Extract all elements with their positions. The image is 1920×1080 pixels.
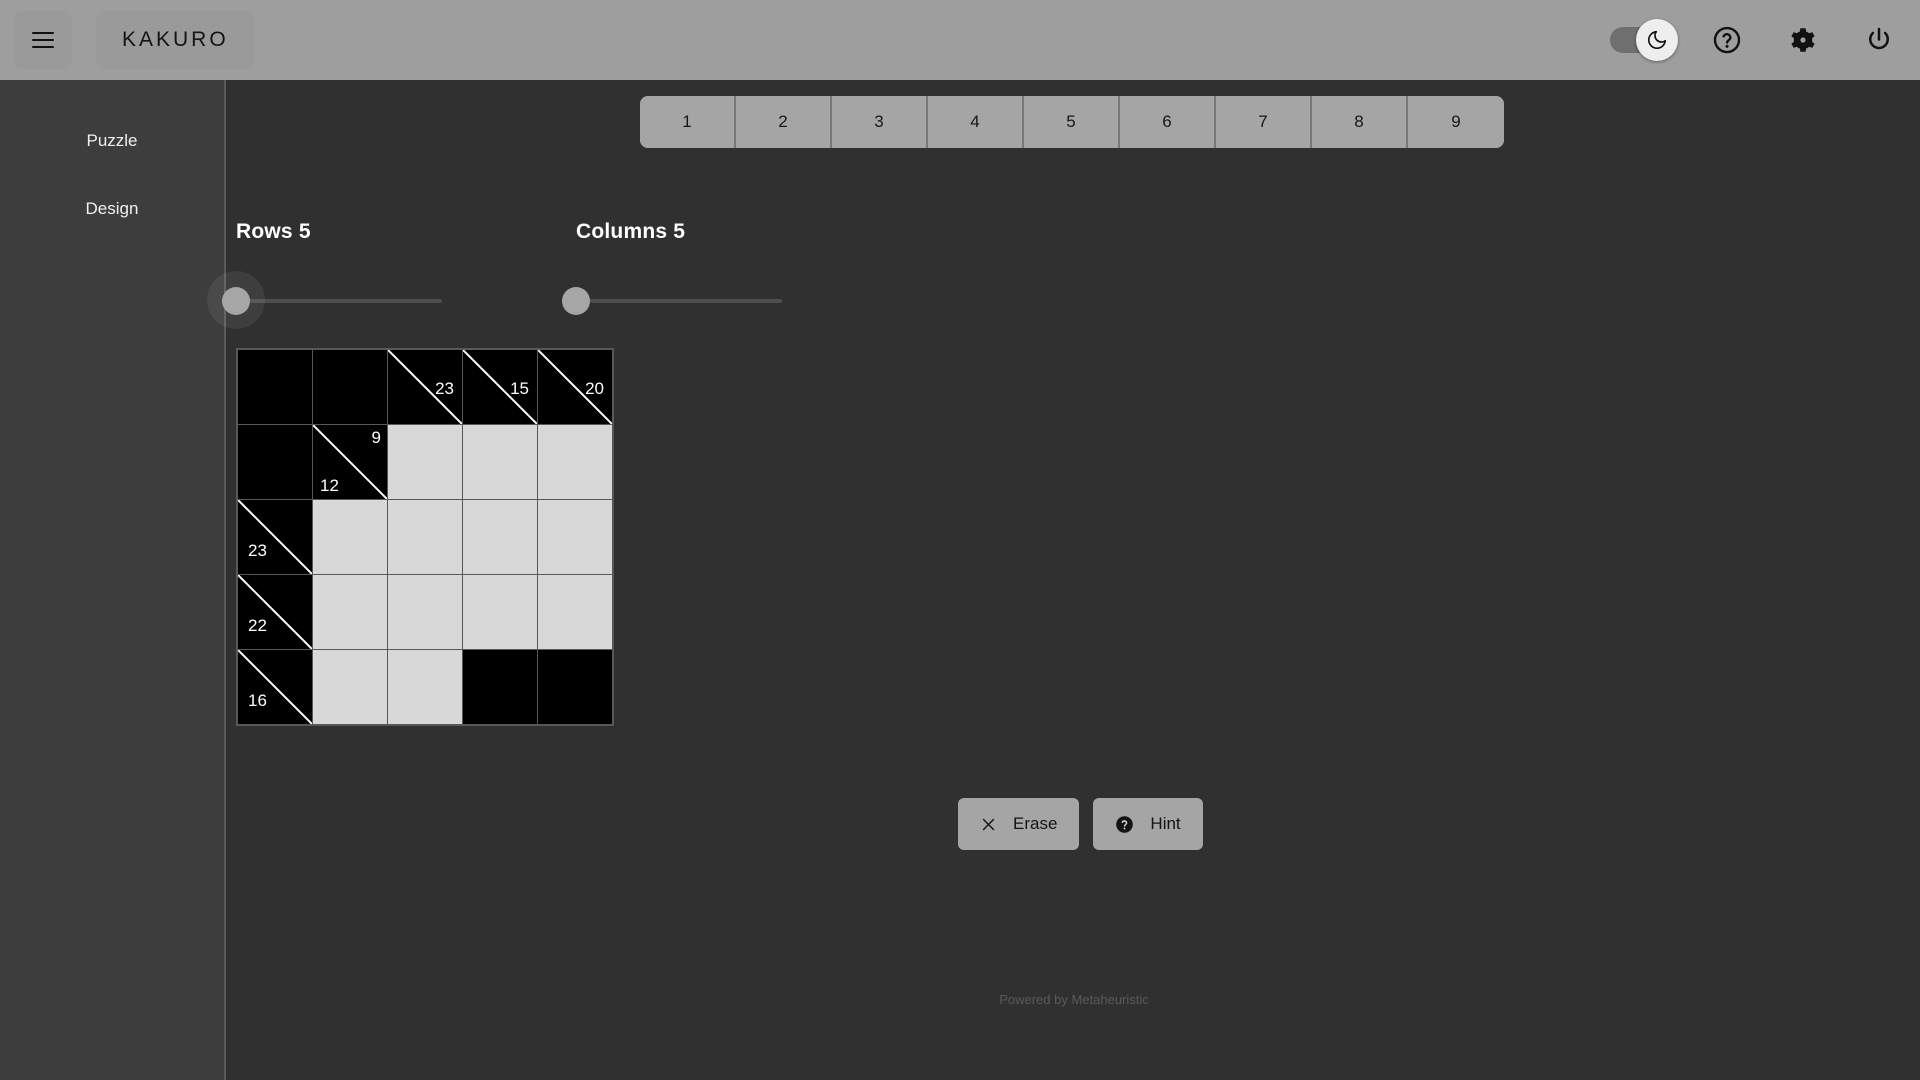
number-button-6[interactable]: 6 (1120, 96, 1216, 148)
grid-entry-cell[interactable] (313, 500, 387, 574)
grid-clue-cell: 15 (463, 350, 537, 424)
theme-toggle[interactable] (1610, 19, 1678, 61)
theme-toggle-knob (1636, 19, 1678, 61)
clue-down-value: 20 (585, 379, 604, 398)
grid-block-cell (313, 350, 387, 424)
grid-clue-cell: 23 (388, 350, 462, 424)
hint-button-label: Hint (1150, 814, 1181, 833)
app-root: KAKURO Puzzle Design 1 2 3 4 5 6 7 8 9 R… (0, 0, 1920, 1080)
kakuro-grid: 23 15 20 9 12 23 22 16 (236, 348, 614, 726)
moon-icon (1647, 30, 1667, 50)
main-content: 1 2 3 4 5 6 7 8 9 Rows 5 Columns 5 23 15… (207, 80, 1920, 1080)
number-button-1[interactable]: 1 (640, 96, 736, 148)
grid-block-cell (463, 650, 537, 724)
clue-across-value: 23 (248, 541, 267, 560)
grid-entry-cell[interactable] (538, 500, 612, 574)
grid-clue-cell: 20 (538, 350, 612, 424)
question-circle-icon (1713, 26, 1741, 54)
grid-block-cell (538, 650, 612, 724)
sidebar-item-puzzle[interactable]: Puzzle (0, 118, 224, 164)
clue-across-value: 22 (248, 616, 267, 635)
clue-diagonal-line (238, 650, 312, 724)
number-button-3[interactable]: 3 (832, 96, 928, 148)
sidebar-item-label: Design (85, 199, 139, 218)
menu-button[interactable] (14, 11, 72, 69)
grid-entry-cell[interactable] (388, 425, 462, 499)
grid-entry-cell[interactable] (313, 650, 387, 724)
settings-button[interactable] (1782, 19, 1824, 61)
grid-clue-cell: 16 (238, 650, 312, 724)
grid-entry-cell[interactable] (463, 575, 537, 649)
number-button-9[interactable]: 9 (1408, 96, 1504, 148)
columns-slider-thumb[interactable] (562, 287, 590, 315)
number-button-7[interactable]: 7 (1216, 96, 1312, 148)
erase-button-label: Erase (1013, 814, 1058, 833)
header-actions (1610, 0, 1900, 80)
number-button-2[interactable]: 2 (736, 96, 832, 148)
clue-diagonal-line (238, 500, 312, 574)
question-mark-filled-icon (1116, 815, 1134, 833)
erase-button[interactable]: Erase (958, 798, 1080, 850)
grid-entry-cell[interactable] (313, 575, 387, 649)
power-button[interactable] (1858, 19, 1900, 61)
rows-slider[interactable] (207, 271, 442, 329)
app-title: KAKURO (122, 28, 229, 51)
rows-slider-label: Rows 5 (236, 220, 311, 243)
power-icon (1869, 27, 1889, 50)
number-button-5[interactable]: 5 (1024, 96, 1120, 148)
clue-down-value: 9 (371, 428, 381, 447)
grid-clue-cell: 9 12 (313, 425, 387, 499)
app-header: KAKURO (0, 0, 1920, 80)
columns-slider-group: Columns 5 (562, 220, 782, 320)
sidebar-item-label: Puzzle (86, 131, 138, 150)
clue-across-value: 12 (320, 476, 339, 495)
grid-clue-cell: 22 (238, 575, 312, 649)
columns-slider[interactable] (562, 280, 782, 320)
rows-slider-thumb[interactable] (222, 287, 250, 315)
number-button-8[interactable]: 8 (1312, 96, 1408, 148)
grid-entry-cell[interactable] (388, 500, 462, 574)
rows-slider-group: Rows 5 (207, 220, 442, 329)
sidebar: Puzzle Design (0, 80, 226, 1080)
clue-across-value: 16 (248, 691, 267, 710)
clue-diagonal-line (238, 575, 312, 649)
grid-block-cell (238, 425, 312, 499)
rows-slider-rail (236, 299, 442, 303)
grid-entry-cell[interactable] (388, 650, 462, 724)
grid-entry-cell[interactable] (463, 500, 537, 574)
grid-clue-cell: 23 (238, 500, 312, 574)
columns-slider-rail (576, 299, 782, 303)
sidebar-item-design[interactable]: Design (0, 186, 224, 232)
hint-button[interactable]: Hint (1093, 798, 1203, 850)
grid-entry-cell[interactable] (538, 425, 612, 499)
gear-icon (1791, 28, 1815, 52)
app-title-button[interactable]: KAKURO (96, 11, 255, 69)
hamburger-menu-icon (32, 32, 54, 48)
number-button-4[interactable]: 4 (928, 96, 1024, 148)
action-buttons: Erase Hint (958, 798, 1203, 850)
grid-entry-cell[interactable] (388, 575, 462, 649)
clue-down-value: 23 (435, 379, 454, 398)
footer-credit: Powered by Metaheuristic (999, 992, 1149, 1007)
columns-slider-label: Columns 5 (576, 220, 686, 243)
grid-entry-cell[interactable] (463, 425, 537, 499)
number-pad: 1 2 3 4 5 6 7 8 9 (640, 96, 1504, 148)
grid-entry-cell[interactable] (538, 575, 612, 649)
clue-down-value: 15 (510, 379, 529, 398)
grid-block-cell (238, 350, 312, 424)
close-x-icon (982, 818, 995, 830)
help-button[interactable] (1706, 19, 1748, 61)
